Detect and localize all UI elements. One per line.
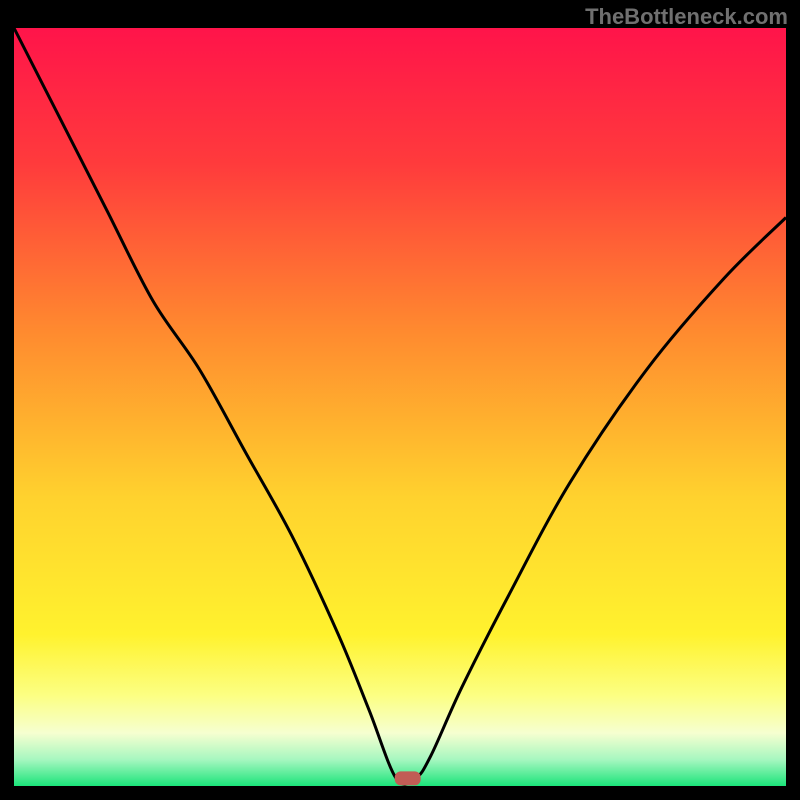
watermark-text: TheBottleneck.com bbox=[585, 4, 788, 30]
chart-svg bbox=[14, 28, 786, 786]
min-marker bbox=[395, 771, 421, 785]
plot-area bbox=[14, 28, 786, 786]
chart-container: TheBottleneck.com bbox=[0, 0, 800, 800]
gradient-background bbox=[14, 28, 786, 786]
